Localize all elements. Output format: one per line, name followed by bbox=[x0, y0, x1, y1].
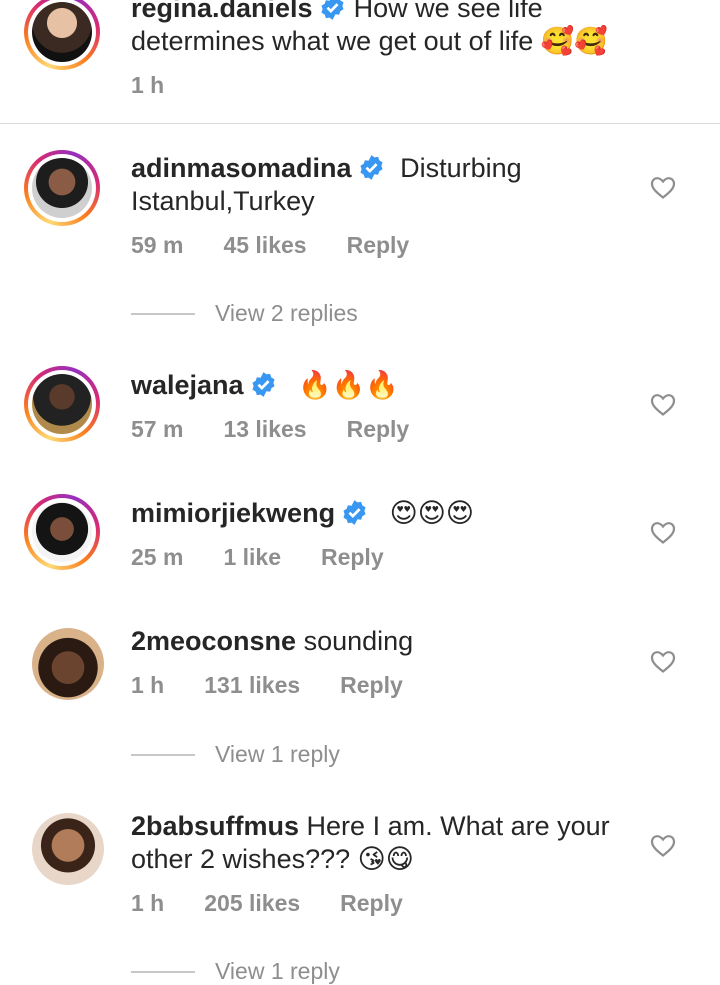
reply-button[interactable]: Reply bbox=[347, 416, 410, 443]
fire-emoji: 🔥🔥🔥 bbox=[298, 370, 399, 400]
caption-username[interactable]: regina.daniels bbox=[131, 0, 313, 23]
caption-avatar[interactable] bbox=[24, 0, 100, 70]
comment-time: 1 h bbox=[131, 890, 165, 916]
comment-avatar[interactable] bbox=[32, 628, 104, 700]
kiss-yum-emoji: 😘😋 bbox=[357, 844, 414, 874]
comment-avatar[interactable] bbox=[32, 813, 104, 885]
comment-likes[interactable]: 131 likes bbox=[204, 672, 300, 699]
heart-outline-icon[interactable] bbox=[650, 521, 676, 545]
comment-meta: 59 m 45 likes Reply bbox=[131, 232, 449, 259]
reply-button[interactable]: Reply bbox=[340, 890, 403, 917]
heart-eyes-emoji: 😍😍😍 bbox=[389, 498, 475, 528]
comment-meta: 1 h 131 likes Reply bbox=[131, 672, 443, 699]
smiling-hearts-emoji: 🥰🥰 bbox=[540, 26, 608, 56]
comment-username[interactable]: 2babsuffmus bbox=[131, 811, 299, 841]
comment-body: walejana 🔥🔥🔥 bbox=[131, 369, 631, 402]
comment-time: 59 m bbox=[131, 232, 184, 258]
comment-body: adinmasomadina Disturbing Istanbul,Turke… bbox=[131, 152, 551, 218]
comment-username[interactable]: mimiorjiekweng bbox=[131, 498, 335, 528]
comment-meta: 57 m 13 likes Reply bbox=[131, 416, 449, 443]
caption-text: regina.daniels How we see life determines… bbox=[131, 0, 651, 58]
comment-meta: 25 m 1 like Reply bbox=[131, 544, 424, 571]
heart-outline-icon[interactable] bbox=[650, 650, 676, 674]
view-replies-label: View 1 reply bbox=[215, 741, 340, 767]
verified-badge-icon bbox=[321, 0, 344, 20]
comment-time: 1 h bbox=[131, 672, 165, 698]
comment-meta: 1 h 205 likes Reply bbox=[131, 890, 443, 917]
comment-time: 25 m bbox=[131, 544, 184, 570]
heart-outline-icon[interactable] bbox=[650, 834, 676, 858]
replies-line bbox=[131, 753, 195, 756]
comment-likes[interactable]: 13 likes bbox=[223, 416, 306, 443]
caption-time: 1 h bbox=[131, 72, 165, 98]
view-replies-button[interactable]: View 1 reply bbox=[131, 958, 340, 985]
comment-avatar[interactable] bbox=[24, 366, 100, 442]
comment-likes[interactable]: 205 likes bbox=[204, 890, 300, 917]
reply-button[interactable]: Reply bbox=[321, 544, 384, 571]
comment-username[interactable]: walejana bbox=[131, 370, 244, 400]
comment-body: mimiorjiekweng 😍😍😍 bbox=[131, 497, 631, 530]
comment-body: 2babsuffmus Here I am. What are your oth… bbox=[131, 810, 621, 876]
caption-meta: 1 h bbox=[131, 72, 204, 99]
view-replies-button[interactable]: View 2 replies bbox=[131, 300, 358, 327]
view-replies-button[interactable]: View 1 reply bbox=[131, 741, 340, 768]
verified-badge-icon bbox=[252, 372, 275, 397]
comment-body: 2meoconsne sounding bbox=[131, 625, 631, 658]
heart-outline-icon[interactable] bbox=[650, 176, 676, 200]
comment-likes[interactable]: 1 like bbox=[223, 544, 281, 571]
reply-button[interactable]: Reply bbox=[347, 232, 410, 259]
caption-divider bbox=[0, 123, 720, 124]
heart-outline-icon[interactable] bbox=[650, 393, 676, 417]
verified-badge-icon bbox=[360, 155, 383, 180]
comment-username[interactable]: 2meoconsne bbox=[131, 626, 296, 656]
replies-line bbox=[131, 312, 195, 315]
comment-time: 57 m bbox=[131, 416, 184, 442]
reply-button[interactable]: Reply bbox=[340, 672, 403, 699]
comment-avatar[interactable] bbox=[24, 494, 100, 570]
comment-text: sounding bbox=[303, 626, 414, 656]
view-replies-label: View 1 reply bbox=[215, 958, 340, 984]
replies-line bbox=[131, 970, 195, 973]
view-replies-label: View 2 replies bbox=[215, 300, 358, 326]
verified-badge-icon bbox=[343, 500, 366, 525]
comment-avatar[interactable] bbox=[24, 150, 100, 226]
comment-username[interactable]: adinmasomadina bbox=[131, 153, 352, 183]
comment-likes[interactable]: 45 likes bbox=[223, 232, 306, 259]
